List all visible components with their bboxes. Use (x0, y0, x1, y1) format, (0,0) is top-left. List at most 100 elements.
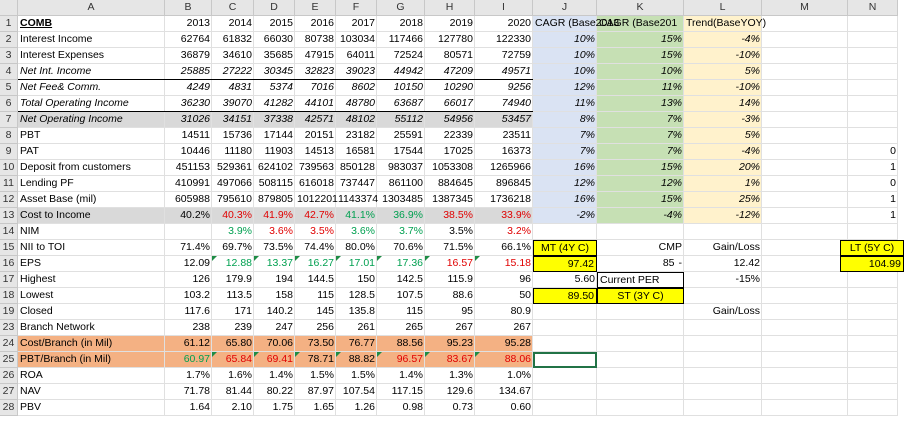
value-cell[interactable]: 15736 (212, 128, 254, 144)
row-label[interactable]: Lending PF (18, 176, 165, 192)
value-cell[interactable]: 25885 (165, 64, 212, 80)
value-cell[interactable]: 72759 (475, 48, 533, 64)
value-cell[interactable]: 80.9 (475, 304, 533, 320)
metric-l-cell[interactable]: -4% (684, 32, 762, 48)
row-header-2[interactable]: 2 (0, 32, 18, 48)
value-cell[interactable]: 40.3% (212, 208, 254, 224)
value-cell[interactable]: 0.73 (425, 400, 475, 416)
metric-n-cell[interactable] (848, 224, 898, 240)
metric-l-cell[interactable]: -12% (684, 208, 762, 224)
value-cell[interactable]: 11180 (212, 144, 254, 160)
value-cell[interactable]: 64011 (336, 48, 377, 64)
metric-n-cell[interactable] (848, 368, 898, 384)
value-cell[interactable]: 95.23 (425, 336, 475, 352)
column-header-c[interactable]: C (212, 0, 254, 16)
metric-l-cell[interactable] (684, 384, 762, 400)
metric-k-cell[interactable]: CMP (597, 240, 684, 256)
metric-l-cell[interactable] (684, 400, 762, 416)
value-cell[interactable]: 17144 (254, 128, 295, 144)
metric-l-cell[interactable]: Gain/Loss (684, 240, 762, 256)
metric-k-cell[interactable]: ST (3Y C) (597, 288, 684, 304)
value-cell[interactable]: 47915 (295, 48, 336, 64)
year-header-2013[interactable]: 2013 (165, 16, 212, 32)
row-label[interactable]: ROA (18, 368, 165, 384)
metric-n-cell[interactable]: 1 (848, 208, 898, 224)
value-cell[interactable]: 17.36 (377, 256, 425, 272)
column-header-b[interactable]: B (165, 0, 212, 16)
metric-l-cell[interactable]: -15% (684, 272, 762, 288)
row-header-14[interactable]: 14 (0, 224, 18, 240)
metric-j-cell[interactable]: 11% (533, 96, 597, 112)
row-label[interactable]: PBT/Branch (in Mil) (18, 352, 165, 368)
value-cell[interactable]: 88.06 (475, 352, 533, 368)
metric-k-cell[interactable]: 10% (597, 64, 684, 80)
metric-l-cell[interactable] (684, 336, 762, 352)
metric-j-cell[interactable]: 5.60 (533, 272, 597, 288)
value-cell[interactable]: 451153 (165, 160, 212, 176)
metric-k-cell[interactable]: -4% (597, 208, 684, 224)
column-header-g[interactable]: G (377, 0, 425, 16)
row-label[interactable]: Net Operating Income (18, 112, 165, 128)
row-label[interactable]: PAT (18, 144, 165, 160)
metric-l-cell[interactable]: 1% (684, 176, 762, 192)
value-cell[interactable]: 107.54 (336, 384, 377, 400)
value-cell[interactable]: 1.75 (254, 400, 295, 416)
value-cell[interactable]: 71.78 (165, 384, 212, 400)
metric-l-cell[interactable] (684, 320, 762, 336)
value-cell[interactable]: 605988 (165, 192, 212, 208)
value-cell[interactable]: 737447 (336, 176, 377, 192)
value-cell[interactable]: 1053308 (425, 160, 475, 176)
value-cell[interactable]: 14511 (165, 128, 212, 144)
value-cell[interactable]: 20151 (295, 128, 336, 144)
value-cell[interactable]: 38.5% (425, 208, 475, 224)
row-header-25[interactable]: 25 (0, 352, 18, 368)
value-cell[interactable]: 95 (425, 304, 475, 320)
value-cell[interactable]: 88.82 (336, 352, 377, 368)
value-cell[interactable]: 13.37 (254, 256, 295, 272)
metric-j-cell[interactable]: 12% (533, 80, 597, 96)
value-cell[interactable]: 410991 (165, 176, 212, 192)
value-cell[interactable]: 10150 (377, 80, 425, 96)
value-cell[interactable]: 55112 (377, 112, 425, 128)
row-header-7[interactable]: 7 (0, 112, 18, 128)
metric-j-cell[interactable]: 97.42 (533, 256, 597, 272)
metric-l-cell[interactable]: -10% (684, 80, 762, 96)
row-label[interactable]: Branch Network (18, 320, 165, 336)
row-label[interactable]: Cost to Income (18, 208, 165, 224)
metric-l-cell[interactable]: -4% (684, 144, 762, 160)
row-label[interactable]: Asset Base (mil) (18, 192, 165, 208)
value-cell[interactable]: 12.88 (212, 256, 254, 272)
value-cell[interactable]: 267 (425, 320, 475, 336)
value-cell[interactable]: 879805 (254, 192, 295, 208)
value-cell[interactable]: 134.67 (475, 384, 533, 400)
metric-k-cell[interactable]: Current PER (597, 272, 684, 288)
value-cell[interactable]: 3.6% (254, 224, 295, 240)
value-cell[interactable]: 39070 (212, 96, 254, 112)
value-cell[interactable]: 103.2 (165, 288, 212, 304)
metric-j-cell[interactable]: 7% (533, 128, 597, 144)
header-cagr-2013[interactable]: CAGR (Base2013 (533, 16, 619, 32)
metric-n-cell[interactable] (848, 32, 898, 48)
value-cell[interactable]: 44942 (377, 64, 425, 80)
value-cell[interactable]: 1.3% (425, 368, 475, 384)
year-header-2017[interactable]: 2017 (336, 16, 377, 32)
value-cell[interactable]: 78.71 (295, 352, 336, 368)
metric-k-cell[interactable]: 12% (597, 176, 684, 192)
metric-n-cell[interactable]: 0 (848, 144, 898, 160)
value-cell[interactable]: 65.84 (212, 352, 254, 368)
value-cell[interactable]: 95.28 (475, 336, 533, 352)
value-cell[interactable]: 1.5% (336, 368, 377, 384)
value-cell[interactable]: 1.26 (336, 400, 377, 416)
value-cell[interactable]: 70.06 (254, 336, 295, 352)
value-cell[interactable]: 33.9% (475, 208, 533, 224)
value-cell[interactable]: 60.97 (165, 352, 212, 368)
value-cell[interactable]: 17.01 (336, 256, 377, 272)
value-cell[interactable]: 3.5% (425, 224, 475, 240)
value-cell[interactable]: 1736218 (475, 192, 533, 208)
metric-k-cell[interactable]: 15% (597, 48, 684, 64)
metric-n-cell[interactable]: 1 (848, 160, 898, 176)
row-label[interactable]: EPS (18, 256, 165, 272)
column-header-m[interactable]: M (762, 0, 848, 16)
value-cell[interactable]: 80.0% (336, 240, 377, 256)
metric-l-cell[interactable]: -3% (684, 112, 762, 128)
